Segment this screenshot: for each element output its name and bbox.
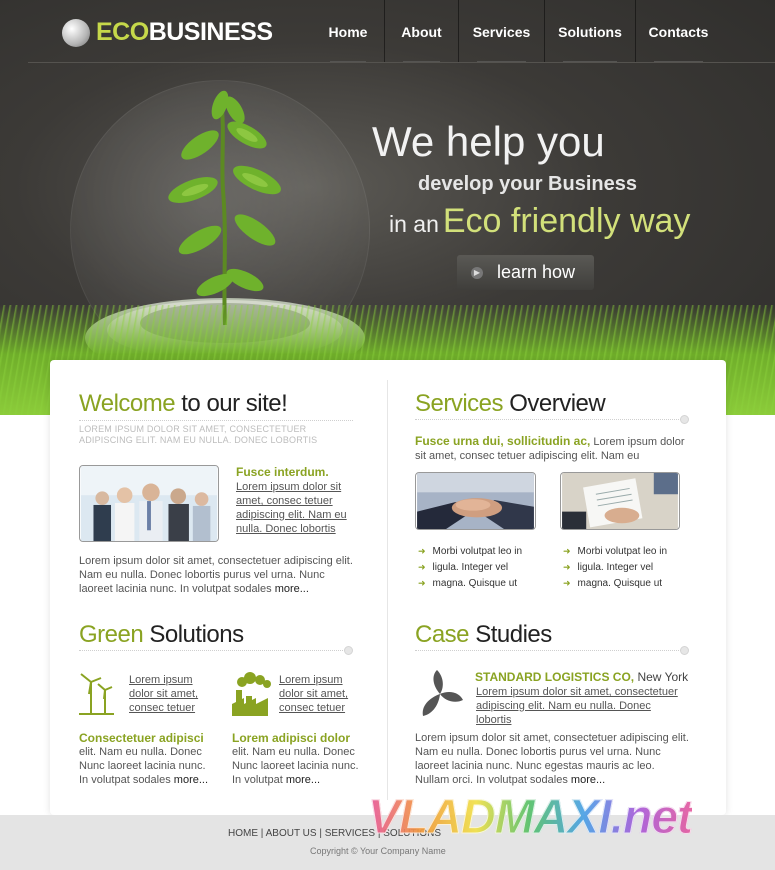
factory-icon [232, 672, 271, 716]
green-col2-more-link[interactable]: more... [286, 774, 320, 786]
list-item: ➜ magna. Quisque ut [563, 577, 663, 589]
welcome-feature-heading: Fusce interdum. [236, 465, 329, 479]
green-col2-body: elit. Nam eu nulla. Donec Nunc laoreet l… [232, 746, 359, 786]
welcome-more-link[interactable]: more... [275, 583, 309, 595]
nav-contacts[interactable]: Contacts [635, 0, 721, 63]
company-logo-icon [422, 670, 463, 716]
logo[interactable]: ECOBUSINESS [62, 18, 273, 47]
hero-tagline: in an Eco friendly way [389, 202, 691, 240]
nav-services[interactable]: Services [458, 0, 544, 63]
wind-turbine-icon [79, 673, 114, 715]
green-item2-link[interactable]: Lorem ipsum dolor sit amet, consec tetue… [279, 673, 351, 715]
header-divider [28, 62, 775, 63]
learn-how-button[interactable]: ▶ learn how [457, 255, 594, 290]
list-item: ➜ magna. Quisque ut [418, 577, 518, 589]
column-divider [387, 380, 388, 800]
case-studies-title: Case Studies [415, 621, 552, 648]
nav-solutions[interactable]: Solutions [544, 0, 635, 63]
green-solutions-title: Green Solutions [79, 621, 244, 648]
title-underline [415, 415, 689, 424]
business-team-photo [79, 465, 219, 542]
nav-home[interactable]: Home [312, 0, 384, 63]
welcome-title: Welcome to our site! [79, 390, 288, 417]
hero-subheadline: develop your Business [418, 173, 637, 195]
arrow-bullet-icon: ➜ [563, 561, 571, 572]
arrow-bullet-icon: ➜ [418, 545, 426, 556]
handshake-photo [415, 472, 536, 530]
nav-about[interactable]: About [384, 0, 458, 63]
arrow-bullet-icon: ➜ [418, 561, 426, 572]
footer-copyright: Copyright © Your Company Name [310, 846, 446, 856]
plant-money-illustration [85, 90, 365, 370]
welcome-caps-text: Lorem ipsum dolor sit amet, consectetuer… [79, 424, 318, 445]
content-panel: Welcome to our site! Lorem ipsum dolor s… [50, 360, 726, 815]
welcome-body: Lorem ipsum dolor sit amet, consectetuer… [79, 555, 353, 595]
list-item: ➜ ligula. Integer vel [563, 561, 654, 573]
dot-icon [344, 646, 353, 655]
services-title: Services Overview [415, 390, 606, 417]
main-nav: Home About Services Solutions Contacts [312, 0, 721, 63]
case-more-link[interactable]: more... [571, 774, 605, 786]
arrow-bullet-icon: ➜ [418, 577, 426, 588]
services-lead: Fusce urna dui, sollicitudin ac, Lorem i… [415, 434, 685, 462]
title-underline [79, 420, 353, 421]
dot-icon [680, 646, 689, 655]
green-col1-heading: Consectetuer adipisci [79, 731, 204, 745]
globe-icon [62, 18, 90, 47]
watermark-logo: VLADMAXI.net [368, 791, 694, 845]
hero-headline: We help you [372, 118, 605, 165]
contract-signing-photo [560, 472, 680, 530]
list-item: ➜ Morbi volutpat leo in [563, 545, 668, 557]
case-link[interactable]: Lorem ipsum dolor sit amet, consectetuer… [476, 685, 681, 727]
list-item: ➜ ligula. Integer vel [418, 561, 509, 573]
green-item1-link[interactable]: Lorem ipsum dolor sit amet, consec tetue… [129, 673, 201, 715]
services-bullets-right: ➜ Morbi volutpat leo in ➜ ligula. Integer … [563, 543, 667, 591]
case-company: STANDARD LOGISTICS CO, New York [475, 670, 689, 684]
welcome-feature-link[interactable]: Lorem ipsum dolor sit amet, consec tetue… [236, 480, 351, 536]
dot-icon [680, 415, 689, 424]
green-col1-more-link[interactable]: more... [174, 774, 208, 786]
arrow-right-icon: ▶ [471, 266, 483, 279]
case-body: Lorem ipsum dolor sit amet, consectetuer… [415, 732, 689, 786]
hero-banner: ECOBUSINESS Home About Services Solution… [0, 0, 775, 415]
logo-text: ECOBUSINESS [96, 18, 273, 46]
title-underline [415, 646, 689, 655]
list-item: ➜ Morbi volutpat leo in [418, 545, 523, 557]
services-bullets-left: ➜ Morbi volutpat leo in ➜ ligula. Integer … [418, 543, 522, 591]
green-col2-heading: Lorem adipisci dolor [232, 731, 351, 745]
title-underline [79, 646, 353, 655]
arrow-bullet-icon: ➜ [563, 577, 571, 588]
green-col1-body: elit. Nam eu nulla. Donec Nunc laoreet l… [79, 746, 209, 786]
arrow-bullet-icon: ➜ [563, 545, 571, 556]
